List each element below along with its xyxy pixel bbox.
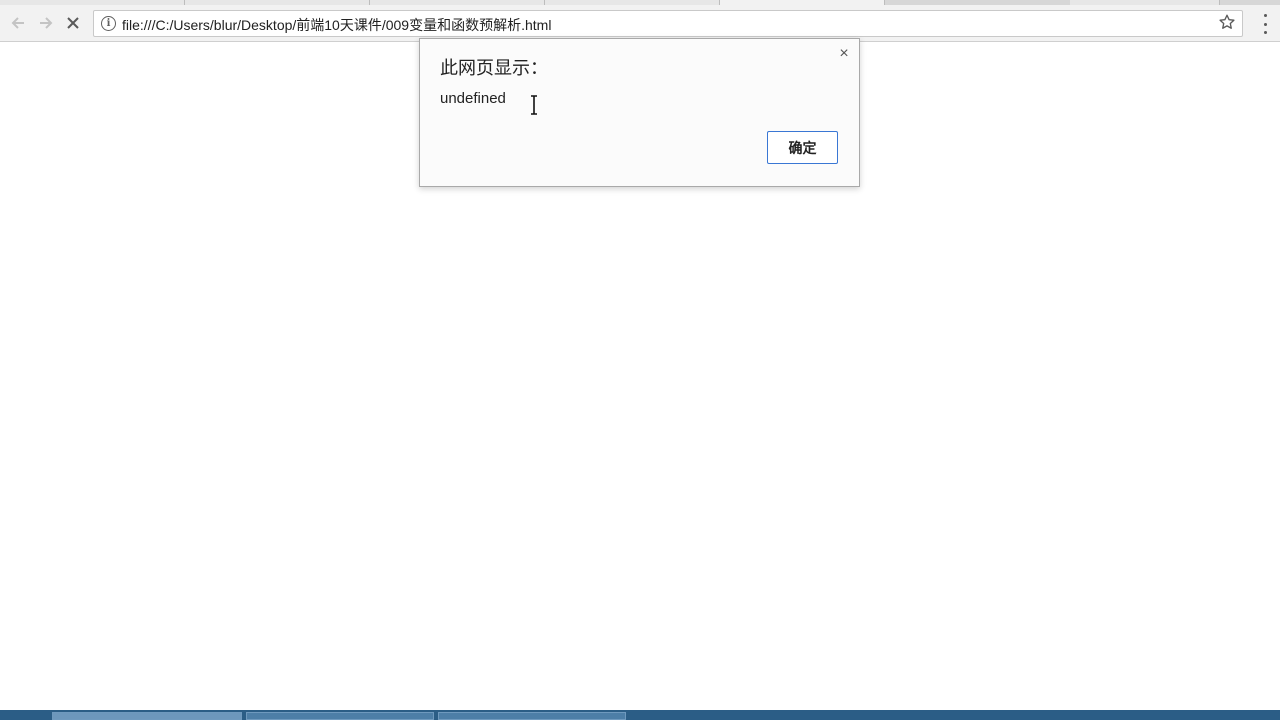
browser-toolbar: i file:///C:/Users/blur/Desktop/前端10天课件/… bbox=[0, 5, 1280, 42]
alert-dialog: 此网页显示： undefined × 确定 bbox=[419, 38, 860, 187]
address-bar[interactable]: i file:///C:/Users/blur/Desktop/前端10天课件/… bbox=[93, 10, 1243, 37]
dialog-message: undefined bbox=[440, 90, 506, 107]
forward-arrow-icon[interactable] bbox=[36, 13, 56, 33]
url-text[interactable]: file:///C:/Users/blur/Desktop/前端10天课件/00… bbox=[122, 15, 551, 35]
taskbar-item[interactable] bbox=[438, 712, 626, 720]
taskbar-item[interactable] bbox=[246, 712, 434, 720]
text-cursor-icon bbox=[529, 95, 539, 115]
star-icon[interactable] bbox=[1218, 13, 1236, 36]
stop-loading-icon[interactable] bbox=[63, 13, 83, 33]
dialog-title: 此网页显示： bbox=[440, 58, 548, 78]
taskbar bbox=[0, 710, 1280, 720]
kebab-menu-icon[interactable] bbox=[1262, 14, 1268, 34]
info-icon[interactable]: i bbox=[101, 16, 116, 31]
taskbar-item[interactable] bbox=[52, 712, 242, 720]
close-icon[interactable]: × bbox=[837, 46, 851, 62]
back-arrow-icon[interactable] bbox=[8, 13, 28, 33]
ok-button[interactable]: 确定 bbox=[767, 131, 838, 164]
